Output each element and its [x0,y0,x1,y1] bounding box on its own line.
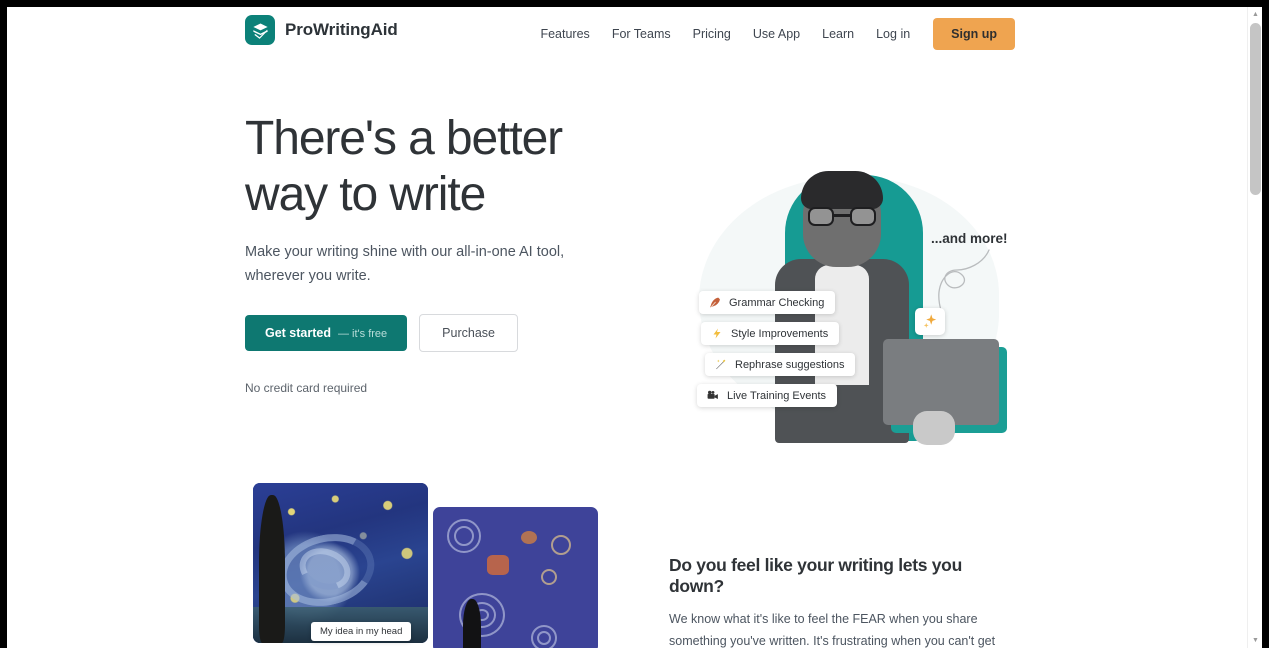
quill-pen-icon [707,295,722,310]
sketch-swirl [537,631,551,645]
hero-copy: There's a better way to write Make your … [245,111,645,395]
scrollbar-thumb[interactable] [1250,23,1261,195]
nav-item-for-teams[interactable]: For Teams [601,21,682,47]
feature-chip-label: Style Improvements [731,327,829,340]
video-camera-icon [705,388,720,403]
sketch-star [487,555,509,575]
person-hair [801,171,883,209]
magic-wand-icon [713,357,728,372]
writing-lets-you-down-section: My idea in my head Do you feel like your… [7,483,1247,648]
feature-chip-label: Live Training Events [727,389,827,402]
web-page: ProWritingAid Features For Teams Pricing… [7,7,1247,648]
main-navigation: Features For Teams Pricing Use App Learn… [529,18,1015,50]
brand-logo-link[interactable]: ProWritingAid [245,15,398,45]
purchase-button[interactable]: Purchase [419,314,518,353]
browser-window: ProWritingAid Features For Teams Pricing… [0,0,1269,648]
brand-name: ProWritingAid [285,20,398,39]
sketch-star-swirl [541,569,557,585]
page-scrollbar[interactable]: ▲ ▼ [1247,7,1262,648]
person-hand [913,411,955,445]
prowritingaid-logo-icon [245,15,275,45]
feature-chip-label: Grammar Checking [729,296,825,309]
nav-item-log-in[interactable]: Log in [865,21,921,47]
and-more-label: ...and more! [931,231,1008,246]
section-two-body: We know what it's like to feel the FEAR … [669,612,996,648]
glasses-icon [808,207,876,226]
artwork-caption: My idea in my head [311,622,412,641]
hero-title: There's a better way to write [245,112,563,222]
get-started-button[interactable]: Get started — it's free [245,315,408,352]
nav-item-pricing[interactable]: Pricing [682,21,742,47]
sparkle-icon [915,308,945,335]
feature-chip-rephrase-suggestions[interactable]: Rephrase suggestions [705,353,856,376]
scroll-down-arrow-icon[interactable]: ▼ [1248,633,1262,648]
starry-night-painting [253,483,428,643]
feature-chip-label: Rephrase suggestions [735,358,845,371]
get-started-note: — it's free [338,328,388,341]
nav-item-use-app[interactable]: Use App [742,21,811,47]
sketch-star [521,531,537,544]
hero-section: There's a better way to write Make your … [7,63,1247,493]
hero-illustration: Grammar Checking Style Improvements Reph… [679,163,1019,453]
sketch-version-panel [433,507,598,648]
no-credit-card-note: No credit card required [245,381,368,396]
artwork-comparison: My idea in my head [253,483,598,648]
hero-subtitle: Make your writing shine with our all-in-… [245,244,565,284]
lightning-bolt-icon [709,326,724,341]
sketch-swirl [454,526,474,546]
site-header: ProWritingAid Features For Teams Pricing… [7,7,1247,63]
painting-cypress-tree [259,495,285,643]
nav-item-features[interactable]: Features [529,21,600,47]
section-two-copy: Do you feel like your writing lets you d… [669,555,1021,648]
feature-chip-style-improvements[interactable]: Style Improvements [701,322,840,345]
sketch-cypress-tree [463,599,481,648]
browser-viewport: ProWritingAid Features For Teams Pricing… [7,7,1262,648]
feature-chip-grammar-checking[interactable]: Grammar Checking [699,291,836,314]
feature-chip-live-training-events[interactable]: Live Training Events [697,384,838,407]
sketch-star-swirl [551,535,571,555]
nav-item-learn[interactable]: Learn [811,21,865,47]
hero-actions: Get started — it's free Purchase [245,314,645,353]
section-two-title: Do you feel like your writing lets you d… [669,555,962,596]
sign-up-button[interactable]: Sign up [933,18,1015,50]
scroll-up-arrow-icon[interactable]: ▲ [1248,7,1262,22]
get-started-label: Get started [265,326,331,341]
